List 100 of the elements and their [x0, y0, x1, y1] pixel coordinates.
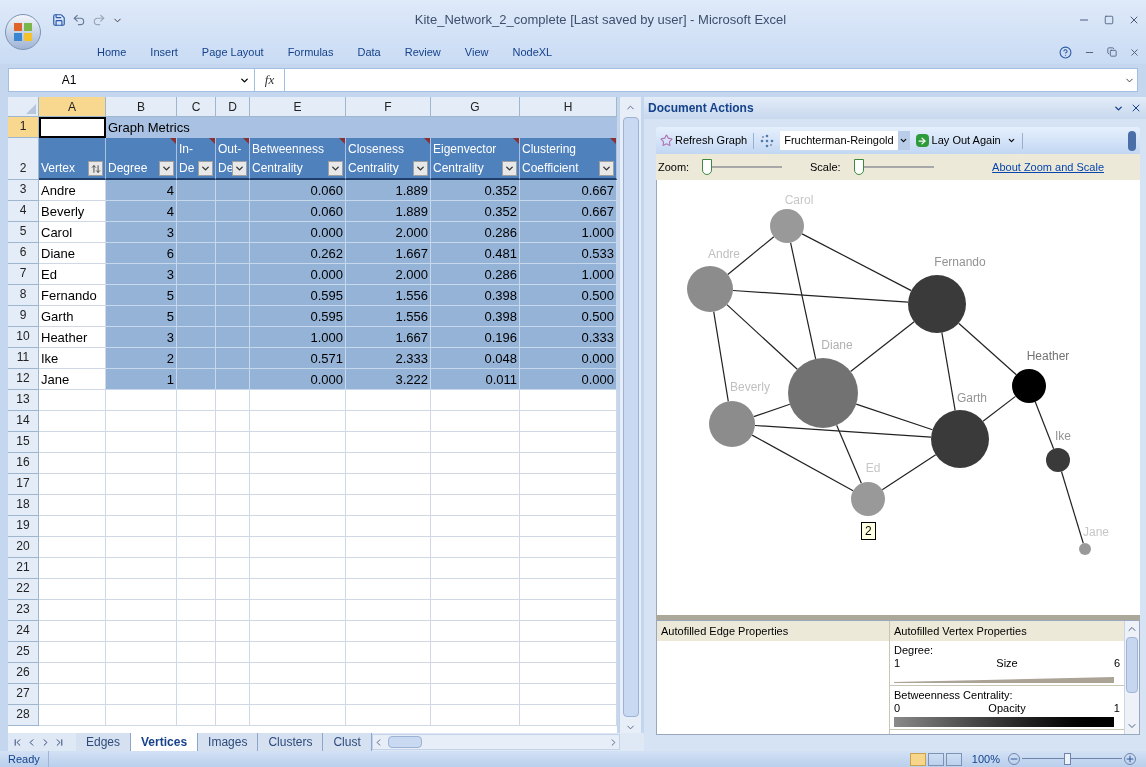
- empty-cell[interactable]: [250, 495, 346, 516]
- empty-cell[interactable]: [346, 537, 431, 558]
- empty-cell[interactable]: [177, 495, 216, 516]
- empty-cell[interactable]: [346, 642, 431, 663]
- column-header[interactable]: H: [520, 97, 617, 117]
- empty-cell[interactable]: [346, 495, 431, 516]
- table-cell[interactable]: 0.011: [431, 369, 520, 390]
- empty-cell[interactable]: [177, 432, 216, 453]
- empty-cell[interactable]: [520, 579, 617, 600]
- restore-icon[interactable]: [1107, 47, 1117, 57]
- empty-cell[interactable]: [520, 474, 617, 495]
- empty-cell[interactable]: [216, 705, 250, 726]
- page-break-view-icon[interactable]: [945, 752, 962, 766]
- column-header[interactable]: D: [216, 97, 250, 117]
- empty-cell[interactable]: [216, 432, 250, 453]
- table-cell[interactable]: 0.500: [520, 306, 617, 327]
- table-cell[interactable]: 0.000: [520, 348, 617, 369]
- empty-cell[interactable]: [106, 558, 177, 579]
- row-header[interactable]: 14: [8, 411, 39, 432]
- table-cell[interactable]: 2.333: [346, 348, 431, 369]
- table-cell[interactable]: 2: [106, 348, 177, 369]
- empty-cell[interactable]: [520, 390, 617, 411]
- empty-cell[interactable]: [216, 453, 250, 474]
- scroll-thumb[interactable]: [387, 736, 422, 748]
- table-cell[interactable]: 5: [106, 306, 177, 327]
- row-header[interactable]: 20: [8, 537, 39, 558]
- table-cell[interactable]: 0.667: [520, 201, 617, 222]
- row-header[interactable]: 24: [8, 621, 39, 642]
- table-cell[interactable]: 3: [106, 327, 177, 348]
- empty-cell[interactable]: [106, 621, 177, 642]
- ribbon-tab[interactable]: Home: [86, 43, 138, 61]
- empty-cell[interactable]: [431, 621, 520, 642]
- empty-cell[interactable]: [177, 621, 216, 642]
- empty-cell[interactable]: [177, 579, 216, 600]
- table-cell[interactable]: 0.533: [520, 243, 617, 264]
- empty-cell[interactable]: [177, 390, 216, 411]
- empty-cell[interactable]: [346, 600, 431, 621]
- row-header[interactable]: 28: [8, 705, 39, 726]
- empty-cell[interactable]: [250, 516, 346, 537]
- empty-cell[interactable]: [177, 684, 216, 705]
- empty-cell[interactable]: [106, 705, 177, 726]
- table-cell[interactable]: 1.889: [346, 201, 431, 222]
- table-cell[interactable]: Fernando: [39, 285, 106, 306]
- ribbon-tab[interactable]: View: [453, 43, 500, 61]
- empty-cell[interactable]: [216, 642, 250, 663]
- vertical-scrollbar[interactable]: [619, 97, 641, 733]
- empty-cell[interactable]: [250, 474, 346, 495]
- table-cell[interactable]: 0.048: [431, 348, 520, 369]
- row-header[interactable]: 8: [8, 285, 39, 306]
- empty-cell[interactable]: [346, 474, 431, 495]
- empty-cell[interactable]: [250, 453, 346, 474]
- column-heading[interactable]: Eigenvector Centrality: [431, 138, 520, 180]
- table-cell[interactable]: 1.000: [520, 222, 617, 243]
- ribbon-tab[interactable]: Review: [393, 43, 452, 61]
- empty-cell[interactable]: [106, 474, 177, 495]
- empty-cell[interactable]: [177, 411, 216, 432]
- empty-cell[interactable]: [520, 495, 617, 516]
- empty-cell[interactable]: [216, 411, 250, 432]
- empty-cell[interactable]: [431, 516, 520, 537]
- empty-cell[interactable]: [106, 453, 177, 474]
- row-header[interactable]: 19: [8, 516, 39, 537]
- table-cell[interactable]: Graph Metrics: [106, 117, 617, 138]
- table-cell[interactable]: 1.667: [346, 243, 431, 264]
- empty-cell[interactable]: [216, 558, 250, 579]
- table-cell[interactable]: 0.352: [431, 201, 520, 222]
- lay-out-again-button[interactable]: Lay Out Again: [915, 132, 1016, 149]
- graph-node[interactable]: [1079, 543, 1091, 555]
- empty-cell[interactable]: [216, 516, 250, 537]
- row-header[interactable]: 25: [8, 642, 39, 663]
- close-icon[interactable]: [1130, 102, 1142, 114]
- help-icon[interactable]: [1059, 45, 1072, 59]
- empty-cell[interactable]: [520, 621, 617, 642]
- table-cell[interactable]: Jane: [39, 369, 106, 390]
- column-header[interactable]: G: [431, 97, 520, 117]
- table-cell[interactable]: 1: [106, 369, 177, 390]
- empty-cell[interactable]: [177, 600, 216, 621]
- empty-cell[interactable]: [431, 432, 520, 453]
- empty-cell[interactable]: [520, 411, 617, 432]
- redo-icon[interactable]: [92, 13, 106, 27]
- column-heading[interactable]: Betweenness Centrality: [250, 138, 346, 180]
- ribbon-tab[interactable]: Insert: [139, 43, 189, 61]
- empty-cell[interactable]: [431, 705, 520, 726]
- row-header[interactable]: 26: [8, 663, 39, 684]
- empty-cell[interactable]: [520, 705, 617, 726]
- empty-cell[interactable]: [250, 663, 346, 684]
- empty-cell[interactable]: [216, 495, 250, 516]
- table-cell[interactable]: Garth: [39, 306, 106, 327]
- table-cell[interactable]: 6: [106, 243, 177, 264]
- vertical-scrollbar[interactable]: [1124, 621, 1139, 734]
- empty-cell[interactable]: [177, 537, 216, 558]
- empty-cell[interactable]: [250, 600, 346, 621]
- empty-cell[interactable]: [216, 579, 250, 600]
- graph-node[interactable]: [1046, 448, 1070, 472]
- row-header[interactable]: 7: [8, 264, 39, 285]
- filter-button[interactable]: [502, 161, 517, 176]
- empty-cell[interactable]: [346, 705, 431, 726]
- column-header[interactable]: A: [39, 97, 106, 117]
- table-cell[interactable]: 0.060: [250, 180, 346, 201]
- filter-button[interactable]: [413, 161, 428, 176]
- select-all-corner[interactable]: [8, 97, 39, 117]
